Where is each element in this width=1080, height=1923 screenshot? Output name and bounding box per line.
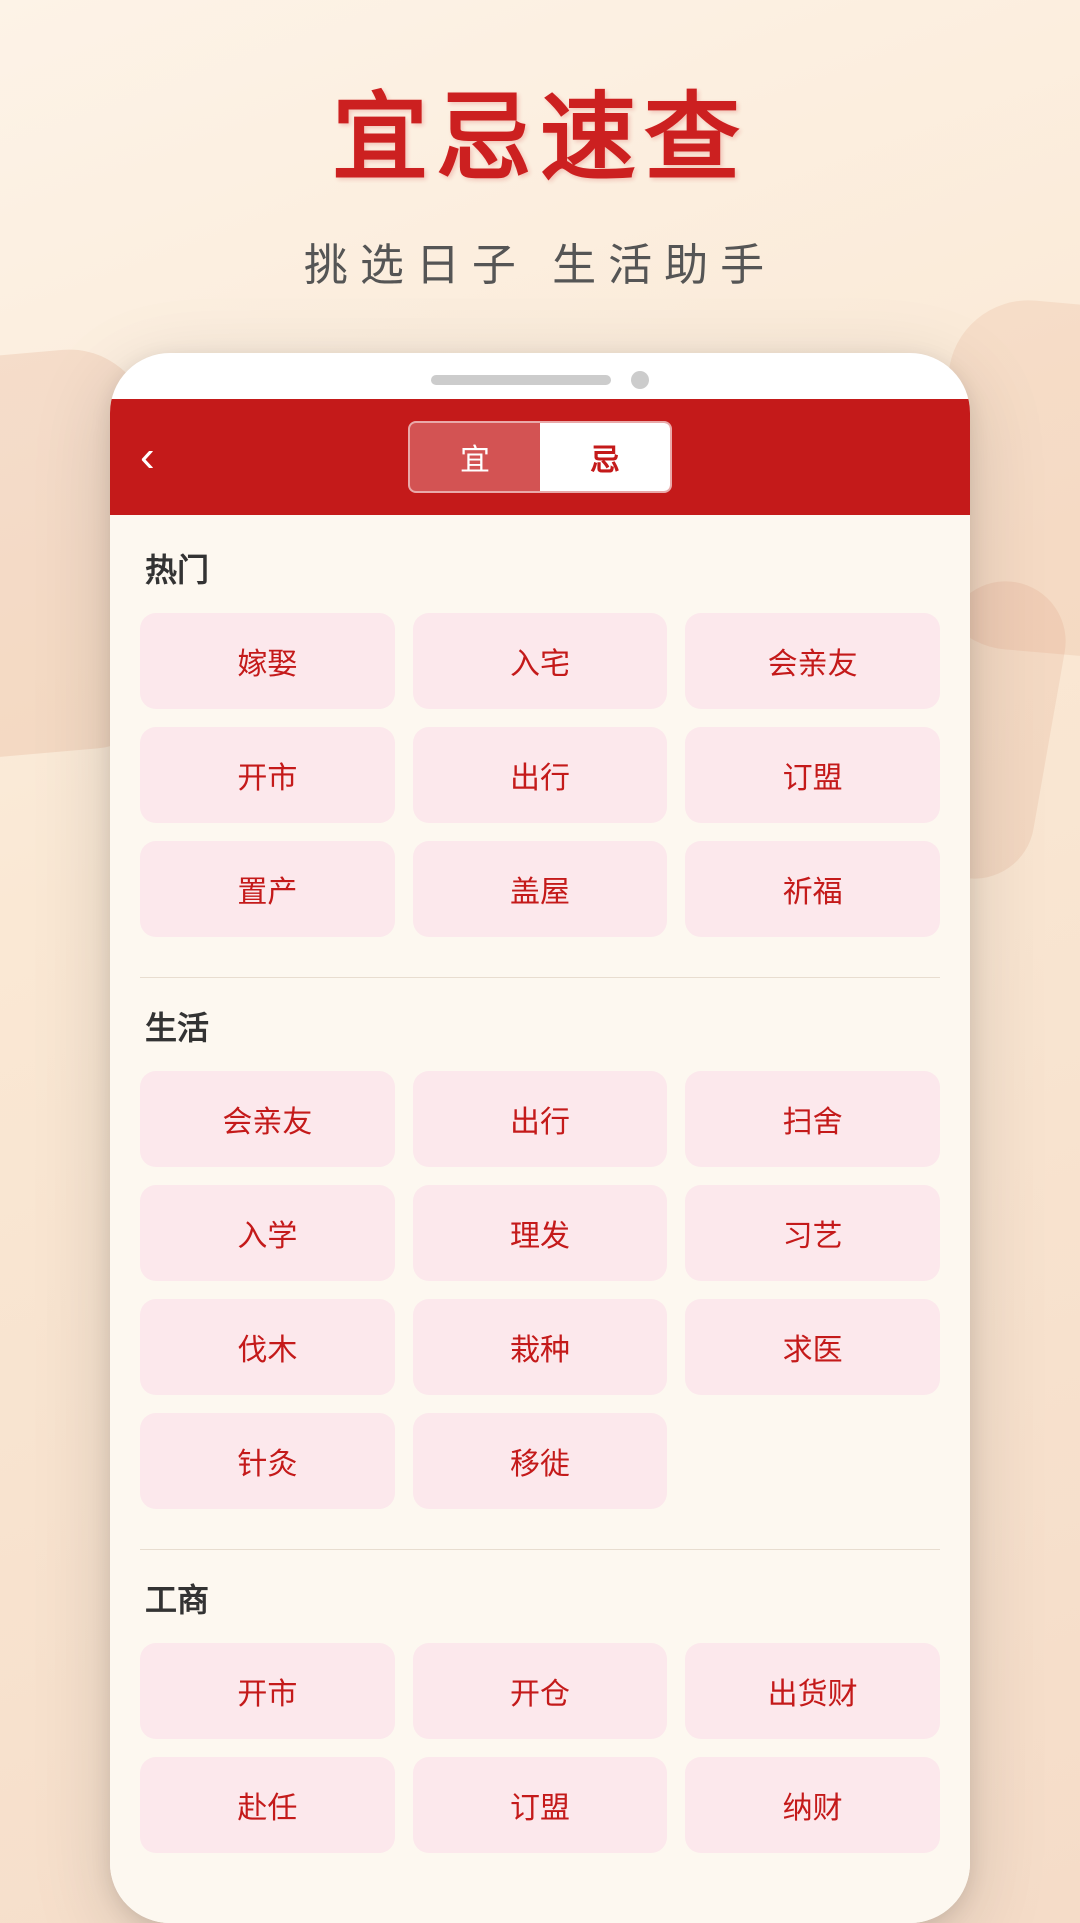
item-dingmeng-hot[interactable]: 订盟	[685, 727, 940, 823]
item-kaishi-hot[interactable]: 开市	[140, 727, 395, 823]
page-wrapper: 宜忌速查 挑选日子 生活助手 ‹ 宜 忌 热门 嫁娶 入宅 会亲友	[0, 0, 1080, 1923]
item-dingmeng[interactable]: 订盟	[413, 1757, 668, 1853]
item-huiqinyou-hot[interactable]: 会亲友	[685, 613, 940, 709]
item-xiye[interactable]: 习艺	[685, 1185, 940, 1281]
item-lifa[interactable]: 理发	[413, 1185, 668, 1281]
divider-2	[140, 1549, 940, 1550]
item-zhichan[interactable]: 置产	[140, 841, 395, 937]
toggle-group: 宜 忌	[408, 421, 672, 493]
section-title-life: 生活	[140, 1003, 940, 1049]
section-title-hot: 热门	[140, 545, 940, 591]
item-qifu[interactable]: 祈福	[685, 841, 940, 937]
item-chuhuocai[interactable]: 出货财	[685, 1643, 940, 1739]
item-huiqinyou[interactable]: 会亲友	[140, 1071, 395, 1167]
phone-notch	[431, 375, 611, 385]
toggle-ji-button[interactable]: 忌	[540, 423, 670, 491]
item-famu[interactable]: 伐木	[140, 1299, 395, 1395]
item-ruzhai[interactable]: 入宅	[413, 613, 668, 709]
section-hot: 热门 嫁娶 入宅 会亲友 开市 出行 订盟 置产 盖屋 祈福	[140, 545, 940, 937]
app-subtitle: 挑选日子 生活助手	[304, 229, 776, 293]
item-grid-hot: 嫁娶 入宅 会亲友 开市 出行 订盟 置产 盖屋 祈福	[140, 613, 940, 937]
back-button[interactable]: ‹	[140, 432, 155, 482]
item-furen[interactable]: 赴任	[140, 1757, 395, 1853]
section-life: 生活 会亲友 出行 扫舍 入学 理发 习艺 伐木 栽种 求医 针灸 移徙	[140, 1003, 940, 1509]
item-qiuyi[interactable]: 求医	[685, 1299, 940, 1395]
item-zhenjiu[interactable]: 针灸	[140, 1413, 395, 1509]
item-kaishi[interactable]: 开市	[140, 1643, 395, 1739]
item-ruxue[interactable]: 入学	[140, 1185, 395, 1281]
item-gaiwu[interactable]: 盖屋	[413, 841, 668, 937]
content-area: 热门 嫁娶 入宅 会亲友 开市 出行 订盟 置产 盖屋 祈福 生活 会	[110, 515, 970, 1923]
phone-frame: ‹ 宜 忌 热门 嫁娶 入宅 会亲友 开市 出行 订盟 置产 盖屋	[110, 353, 970, 1923]
app-header: ‹ 宜 忌	[110, 399, 970, 515]
section-title-business: 工商	[140, 1575, 940, 1621]
item-caizhong[interactable]: 栽种	[413, 1299, 668, 1395]
item-saoshe[interactable]: 扫舍	[685, 1071, 940, 1167]
item-jiaju[interactable]: 嫁娶	[140, 613, 395, 709]
app-title: 宜忌速查	[332, 60, 748, 199]
item-chuxing-hot[interactable]: 出行	[413, 727, 668, 823]
item-nacai[interactable]: 纳财	[685, 1757, 940, 1853]
item-grid-business: 开市 开仓 出货财 赴任 订盟 纳财	[140, 1643, 940, 1853]
toggle-yi-button[interactable]: 宜	[410, 423, 540, 491]
section-business: 工商 开市 开仓 出货财 赴任 订盟 纳财	[140, 1575, 940, 1853]
item-chuxing[interactable]: 出行	[413, 1071, 668, 1167]
item-kaicang[interactable]: 开仓	[413, 1643, 668, 1739]
phone-top-bar	[110, 353, 970, 399]
phone-camera	[631, 371, 649, 389]
divider-1	[140, 977, 940, 978]
item-yitu[interactable]: 移徙	[413, 1413, 668, 1509]
item-grid-life: 会亲友 出行 扫舍 入学 理发 习艺 伐木 栽种 求医 针灸 移徙	[140, 1071, 940, 1509]
